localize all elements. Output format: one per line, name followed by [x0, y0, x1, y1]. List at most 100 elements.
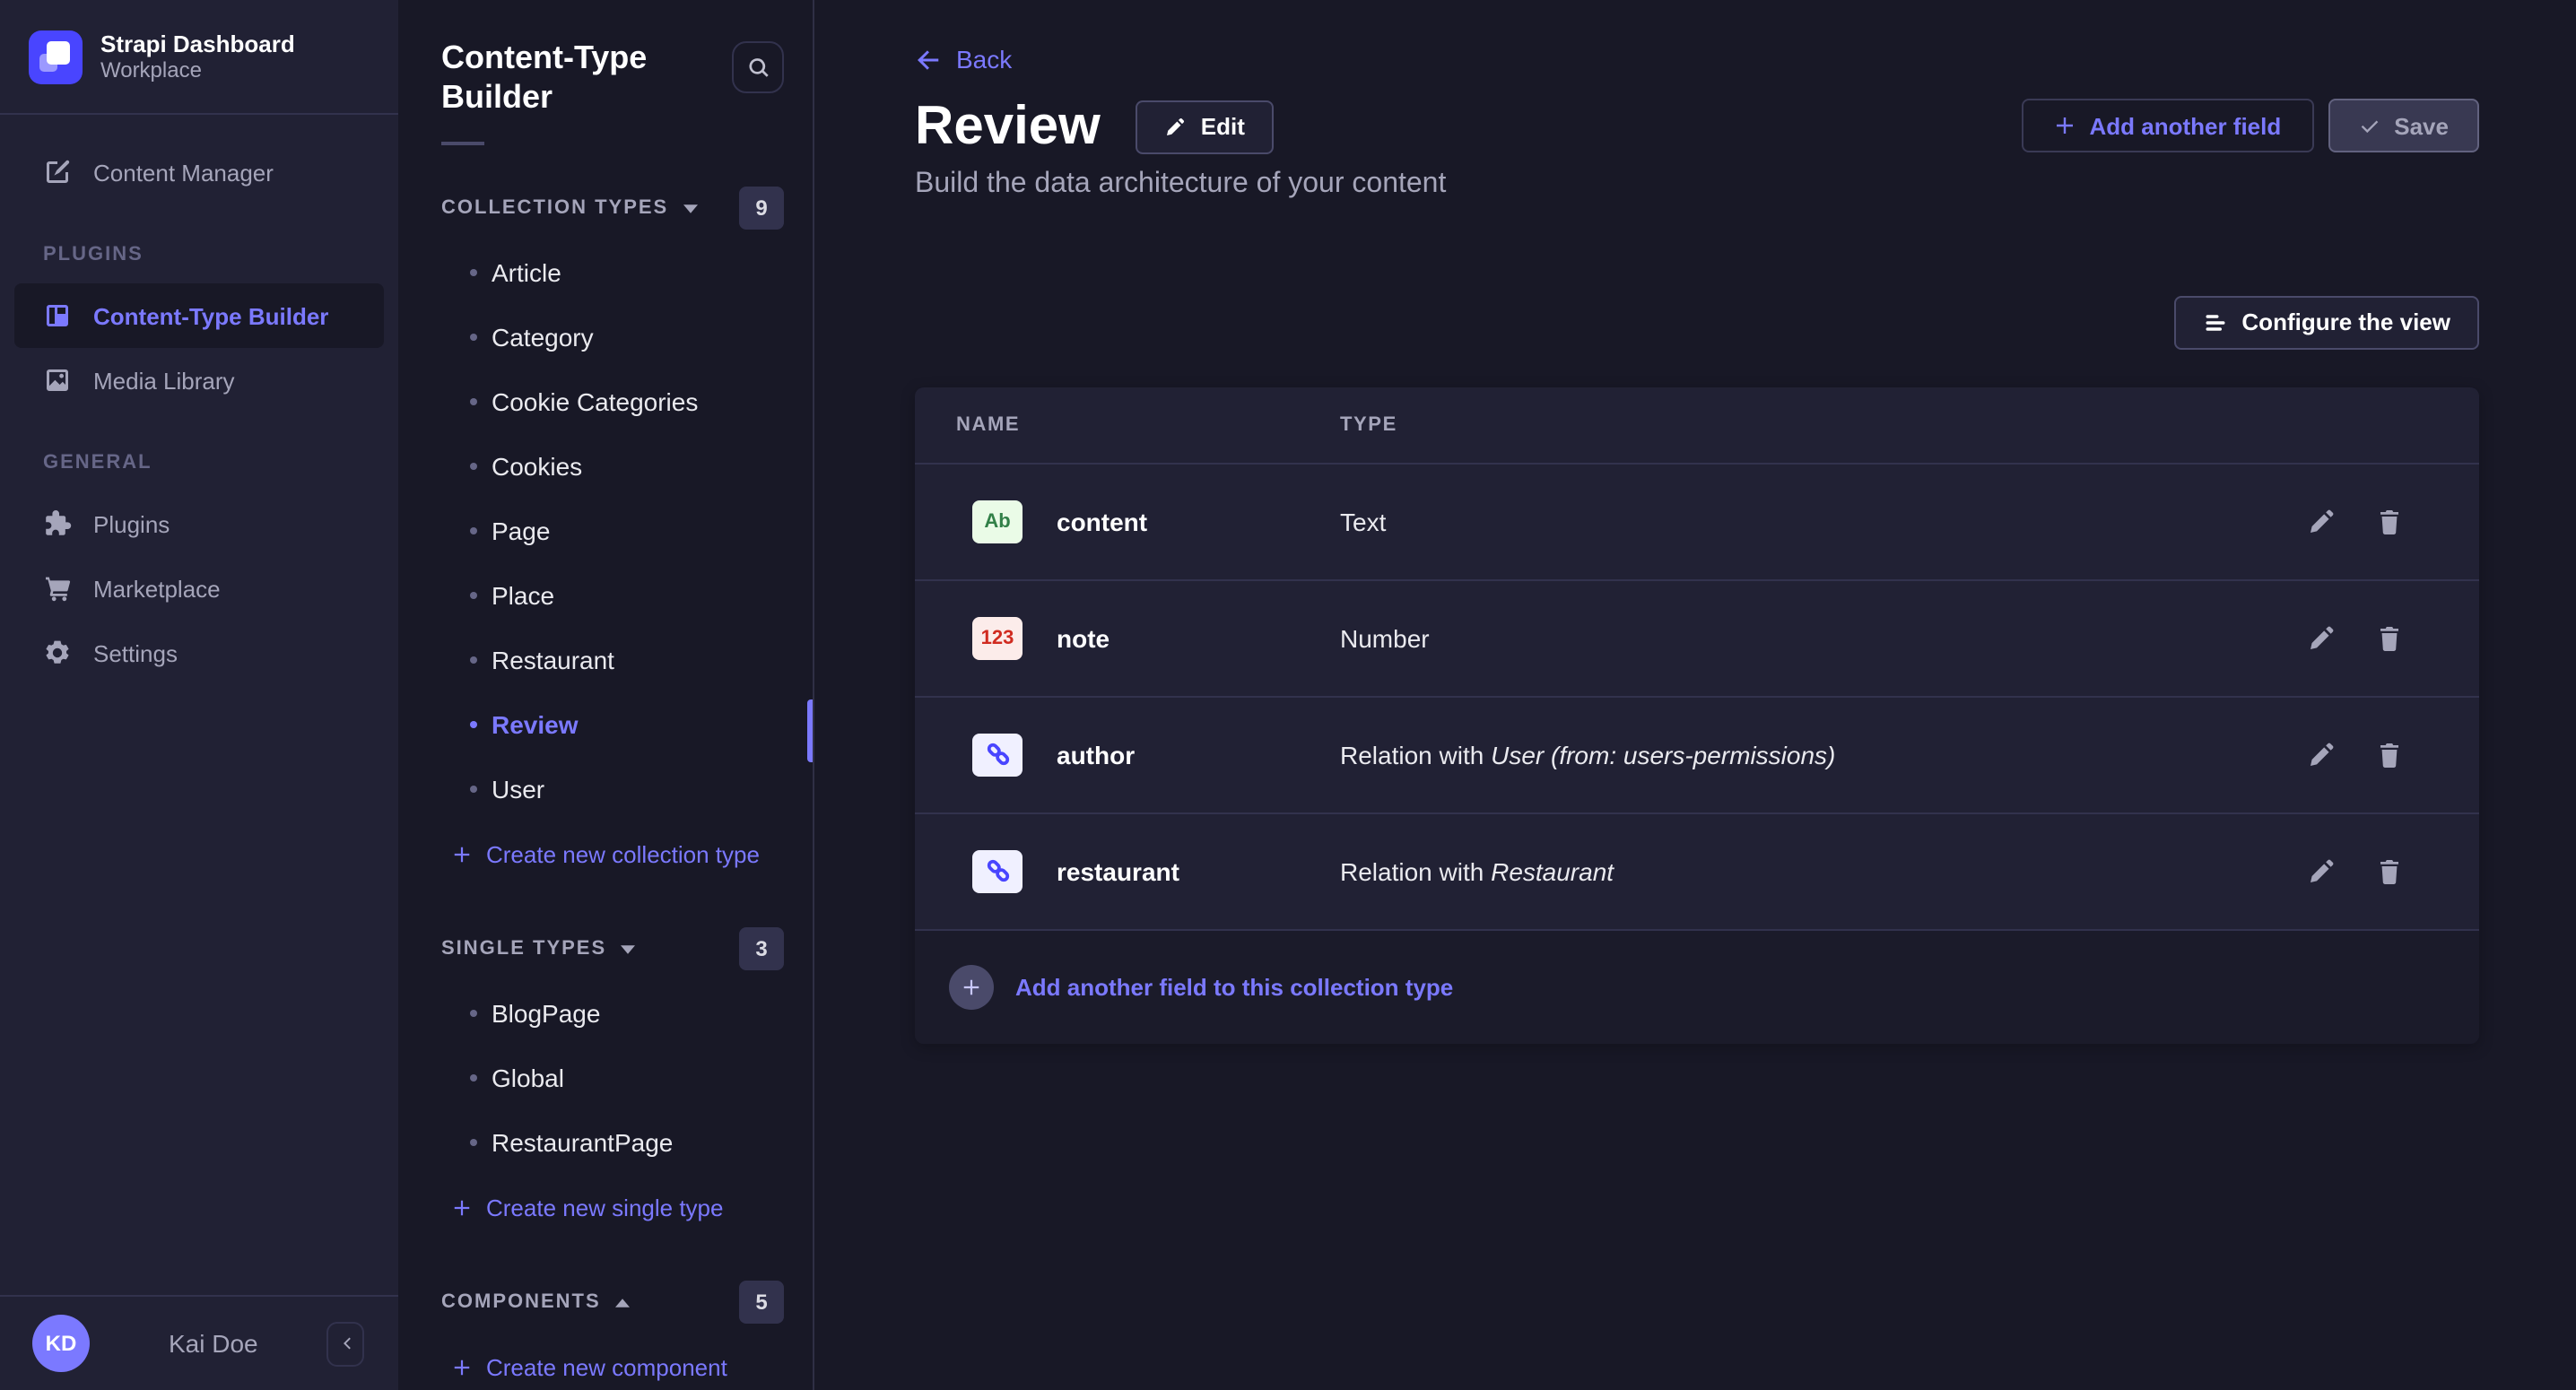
- configure-view-button[interactable]: Configure the view: [2173, 295, 2479, 349]
- arrow-left-icon: [915, 46, 942, 73]
- type-item-label: RestaurantPage: [470, 1128, 673, 1157]
- app-subtitle: Workplace: [100, 57, 295, 83]
- type-item-cookie-categories[interactable]: Cookie Categories: [398, 369, 813, 434]
- nav-item-label: Content-Type Builder: [93, 302, 328, 329]
- main-sidebar: Strapi Dashboard Workplace Content Manag…: [0, 0, 398, 1390]
- save-label: Save: [2394, 112, 2449, 139]
- trash-icon: [2375, 856, 2404, 885]
- delete-field-button[interactable]: [2375, 507, 2404, 535]
- type-item-restaurant[interactable]: Restaurant: [398, 628, 813, 692]
- gear-icon: [43, 639, 72, 667]
- user-row: KD Kai Doe: [0, 1295, 398, 1390]
- save-button[interactable]: Save: [2328, 99, 2479, 152]
- column-header-name: NAME: [956, 413, 1340, 435]
- link-icon: [984, 857, 1011, 884]
- nav-item-content-type-builder[interactable]: Content-Type Builder: [14, 283, 384, 348]
- main-content: Back Review Edit Add another field: [814, 0, 2576, 1390]
- create-component-link[interactable]: Create new component: [398, 1334, 813, 1390]
- type-item-page[interactable]: Page: [398, 499, 813, 563]
- type-item-global[interactable]: Global: [398, 1046, 813, 1110]
- brand-text: Strapi Dashboard Workplace: [100, 30, 295, 83]
- type-item-cookies[interactable]: Cookies: [398, 434, 813, 499]
- delete-field-button[interactable]: [2375, 623, 2404, 652]
- filter-lines-icon: [2202, 309, 2227, 334]
- plus-icon: [452, 1197, 472, 1217]
- search-icon: [745, 55, 770, 80]
- add-another-field-button[interactable]: Add another field: [2021, 99, 2313, 152]
- table-row[interactable]: 123 note Number: [915, 580, 2479, 697]
- layout-icon: [43, 301, 72, 330]
- chevron-up-icon: [615, 1298, 630, 1307]
- type-item-blogpage[interactable]: BlogPage: [398, 981, 813, 1046]
- row-actions: [2307, 856, 2404, 885]
- table-row[interactable]: Ab content Text: [915, 464, 2479, 580]
- create-collection-type-link[interactable]: Create new collection type: [398, 821, 813, 886]
- type-item-label: Place: [470, 581, 554, 610]
- pencil-icon: [2307, 856, 2336, 885]
- section-count-badge: 3: [739, 927, 784, 970]
- type-item-article[interactable]: Article: [398, 240, 813, 305]
- type-item-restaurantpage[interactable]: RestaurantPage: [398, 1110, 813, 1175]
- edit-field-button[interactable]: [2307, 740, 2336, 769]
- create-link-label: Create new single type: [486, 1194, 724, 1221]
- edit-field-button[interactable]: [2307, 856, 2336, 885]
- nav-item-label: Settings: [93, 639, 178, 666]
- nav-item-media-library[interactable]: Media Library: [0, 348, 398, 413]
- section-label: SINGLE TYPES: [441, 938, 606, 960]
- collection-types-list: Article Category Cookie Categories Cooki…: [398, 240, 813, 886]
- main-nav-list: Content Manager PLUGINS Content-Type Bui…: [0, 115, 398, 685]
- nav-item-plugins[interactable]: Plugins: [0, 491, 398, 556]
- sidebar-collapse-button[interactable]: [326, 1321, 364, 1366]
- add-field-footer-button[interactable]: Add another field to this collection typ…: [915, 930, 2479, 1043]
- view-toolbar: Configure the view: [915, 295, 2479, 349]
- section-head-single-types[interactable]: SINGLE TYPES 3: [441, 927, 784, 970]
- pencil-icon: [2307, 740, 2336, 769]
- section-head-collection-types[interactable]: COLLECTION TYPES 9: [441, 187, 784, 230]
- type-item-user[interactable]: User: [398, 757, 813, 821]
- add-field-label: Add another field: [2089, 112, 2281, 139]
- subnav-header: Content-Type Builder: [398, 0, 813, 117]
- search-button[interactable]: [732, 41, 784, 93]
- number-field-badge: 123: [972, 616, 1023, 659]
- section-head-components[interactable]: COMPONENTS 5: [441, 1281, 784, 1324]
- nav-item-label: Plugins: [93, 510, 170, 537]
- nav-item-settings[interactable]: Settings: [0, 621, 398, 685]
- link-icon: [984, 741, 1011, 768]
- edit-label: Edit: [1201, 113, 1245, 140]
- column-header-type: TYPE: [1340, 413, 2404, 435]
- subnav-divider: [441, 142, 484, 145]
- table-row[interactable]: author Relation with User (from: users-p…: [915, 697, 2479, 813]
- delete-field-button[interactable]: [2375, 856, 2404, 885]
- type-item-review[interactable]: Review: [398, 692, 813, 757]
- pencil-icon: [2307, 507, 2336, 535]
- create-single-type-link[interactable]: Create new single type: [398, 1175, 813, 1239]
- delete-field-button[interactable]: [2375, 740, 2404, 769]
- cart-icon: [43, 574, 72, 603]
- table-header: NAME TYPE: [915, 387, 2479, 464]
- type-item-category[interactable]: Category: [398, 305, 813, 369]
- relation-field-badge: [972, 733, 1023, 776]
- check-icon: [2358, 115, 2380, 136]
- edit-button[interactable]: Edit: [1136, 100, 1274, 153]
- type-item-place[interactable]: Place: [398, 563, 813, 628]
- field-name: author: [1057, 740, 1340, 769]
- page-title: Review: [915, 96, 1101, 157]
- row-actions: [2307, 507, 2404, 535]
- field-type: Number: [1340, 623, 2307, 652]
- nav-item-content-manager[interactable]: Content Manager: [0, 140, 398, 204]
- type-item-label: Page: [470, 517, 550, 545]
- edit-field-button[interactable]: [2307, 507, 2336, 535]
- type-item-label: Category: [470, 323, 594, 352]
- field-type-text: Relation with: [1340, 740, 1491, 769]
- nav-item-label: Content Manager: [93, 159, 274, 186]
- back-link[interactable]: Back: [915, 45, 1012, 74]
- user-name: Kai Doe: [169, 1329, 258, 1358]
- sub-sidebar: Content-Type Builder COLLECTION TYPES 9 …: [398, 0, 814, 1390]
- table-row[interactable]: restaurant Relation with Restaurant: [915, 813, 2479, 930]
- avatar[interactable]: KD: [32, 1315, 90, 1372]
- nav-item-marketplace[interactable]: Marketplace: [0, 556, 398, 621]
- plus-circle-icon: [949, 964, 994, 1009]
- edit-field-button[interactable]: [2307, 623, 2336, 652]
- create-link-label: Create new component: [486, 1353, 727, 1380]
- brand[interactable]: Strapi Dashboard Workplace: [0, 0, 398, 115]
